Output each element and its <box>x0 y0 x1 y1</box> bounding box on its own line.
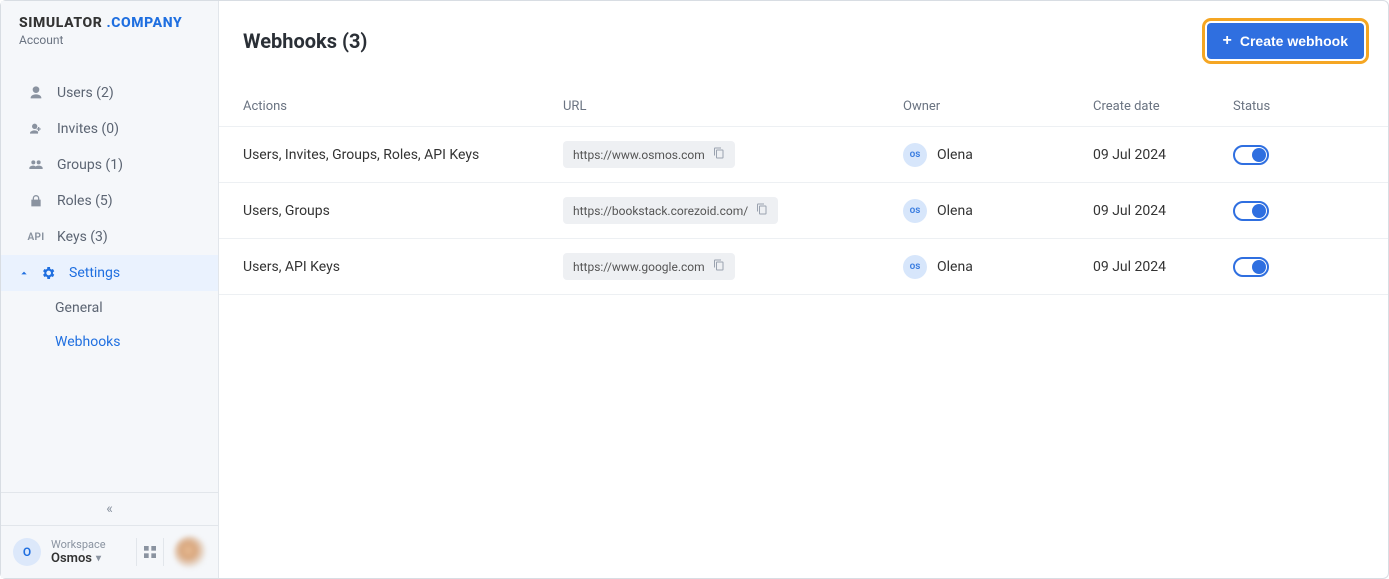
create-webhook-label: Create webhook <box>1240 33 1348 49</box>
page-title: Webhooks (3) <box>243 29 367 53</box>
sidebar-item-users[interactable]: Users (2) <box>1 75 218 111</box>
brand-title-1: SIMULATOR <box>19 15 102 31</box>
brand-title-2: .COMPANY <box>107 15 183 31</box>
collapse-icon: « <box>106 501 113 517</box>
workspace-name: Osmos <box>51 551 92 566</box>
sidebar-item-label: Keys (3) <box>57 229 108 245</box>
status-toggle[interactable] <box>1233 201 1269 221</box>
cell-owner: os Olena <box>903 255 1093 279</box>
sidebar-footer: O Workspace Osmos ▾ <box>1 525 218 578</box>
copy-icon[interactable] <box>713 259 725 274</box>
col-owner: Owner <box>903 99 1093 114</box>
sidebar-item-label: Groups (1) <box>57 157 123 173</box>
sidebar-item-label: Invites (0) <box>57 121 119 137</box>
caret-up-icon <box>19 269 29 277</box>
settings-sub-items: General Webhooks <box>1 291 218 359</box>
chevron-down-icon: ▾ <box>96 553 101 564</box>
url-text: https://www.google.com <box>573 260 705 274</box>
table-row[interactable]: Users, API Keys https://www.google.com o… <box>219 239 1388 295</box>
url-text: https://www.osmos.com <box>573 148 705 162</box>
cell-owner: os Olena <box>903 199 1093 223</box>
cell-date: 09 Jul 2024 <box>1093 147 1233 163</box>
cell-actions: Users, Invites, Groups, Roles, API Keys <box>243 147 563 163</box>
sidebar-item-settings[interactable]: Settings <box>1 255 218 291</box>
cell-url: https://www.osmos.com <box>563 141 903 168</box>
cell-actions: Users, Groups <box>243 203 563 219</box>
owner-badge: os <box>903 143 927 167</box>
main-content: Webhooks (3) + Create webhook Actions UR… <box>219 1 1388 578</box>
cell-actions: Users, API Keys <box>243 259 563 275</box>
workspace-label: Workspace <box>51 538 126 551</box>
copy-icon[interactable] <box>756 203 768 218</box>
table-row[interactable]: Users, Groups https://bookstack.corezoid… <box>219 183 1388 239</box>
sidebar-item-label: Users (2) <box>57 85 114 101</box>
cell-status <box>1233 145 1364 165</box>
workspace-avatar[interactable]: O <box>13 538 41 566</box>
cell-status <box>1233 257 1364 277</box>
owner-badge: os <box>903 255 927 279</box>
col-actions: Actions <box>243 99 563 114</box>
api-icon: API <box>27 232 45 243</box>
page-header: Webhooks (3) + Create webhook <box>219 1 1388 81</box>
brand-block: SIMULATOR .COMPANY Account <box>1 1 218 51</box>
workspace-switcher[interactable]: Workspace Osmos ▾ <box>51 538 126 566</box>
webhooks-table: Actions URL Owner Create date Status Use… <box>219 81 1388 295</box>
cell-url: https://bookstack.corezoid.com/ <box>563 197 903 224</box>
col-url: URL <box>563 99 903 114</box>
apps-grid-icon[interactable] <box>136 538 164 566</box>
brand-subtitle: Account <box>19 33 200 47</box>
cell-date: 09 Jul 2024 <box>1093 203 1233 219</box>
user-icon <box>27 85 45 101</box>
sidebar-nav: Users (2) Invites (0) Groups (1) Roles (… <box>1 75 218 492</box>
url-chip[interactable]: https://www.google.com <box>563 253 735 280</box>
sidebar-item-keys[interactable]: API Keys (3) <box>1 219 218 255</box>
sidebar-item-label: Roles (5) <box>57 193 113 209</box>
copy-icon[interactable] <box>713 147 725 162</box>
brand-title: SIMULATOR .COMPANY <box>19 15 200 31</box>
users-icon <box>27 157 45 173</box>
workspace-name-row: Osmos ▾ <box>51 551 126 566</box>
url-text: https://bookstack.corezoid.com/ <box>573 204 748 218</box>
sidebar: SIMULATOR .COMPANY Account Users (2) Inv… <box>1 1 219 578</box>
col-date: Create date <box>1093 99 1233 114</box>
cell-owner: os Olena <box>903 143 1093 167</box>
create-webhook-button[interactable]: + Create webhook <box>1207 23 1364 59</box>
status-toggle[interactable] <box>1233 257 1269 277</box>
gear-icon <box>39 265 57 281</box>
owner-badge: os <box>903 199 927 223</box>
owner-name: Olena <box>937 147 973 163</box>
sidebar-item-roles[interactable]: Roles (5) <box>1 183 218 219</box>
sidebar-sub-general[interactable]: General <box>55 291 218 325</box>
sidebar-item-invites[interactable]: Invites (0) <box>1 111 218 147</box>
owner-name: Olena <box>937 203 973 219</box>
col-status: Status <box>1233 99 1364 114</box>
cell-date: 09 Jul 2024 <box>1093 259 1233 275</box>
user-avatar[interactable] <box>174 536 206 568</box>
sidebar-sub-webhooks[interactable]: Webhooks <box>55 325 218 359</box>
plus-icon: + <box>1223 33 1232 49</box>
cell-status <box>1233 201 1364 221</box>
lock-icon <box>27 193 45 209</box>
footer-extra <box>136 536 206 568</box>
sidebar-collapse[interactable]: « <box>1 492 218 525</box>
table-row[interactable]: Users, Invites, Groups, Roles, API Keys … <box>219 127 1388 183</box>
url-chip[interactable]: https://bookstack.corezoid.com/ <box>563 197 778 224</box>
cell-url: https://www.google.com <box>563 253 903 280</box>
sidebar-item-groups[interactable]: Groups (1) <box>1 147 218 183</box>
user-plus-icon <box>27 121 45 137</box>
url-chip[interactable]: https://www.osmos.com <box>563 141 735 168</box>
status-toggle[interactable] <box>1233 145 1269 165</box>
table-header: Actions URL Owner Create date Status <box>219 87 1388 127</box>
owner-name: Olena <box>937 259 973 275</box>
sidebar-item-label: Settings <box>69 265 120 281</box>
